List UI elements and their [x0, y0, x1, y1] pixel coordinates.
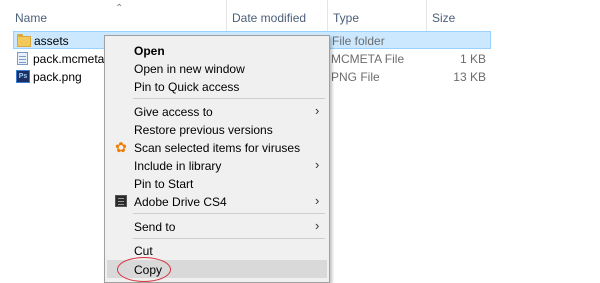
menu-item-label: Open	[134, 44, 165, 58]
menu-item-label: Scan selected items for viruses	[134, 141, 301, 155]
column-size[interactable]: Size	[432, 11, 455, 25]
column-type[interactable]: Type	[333, 11, 359, 25]
menu-item-send-to[interactable]: Send to ›	[107, 217, 327, 235]
file-size: 1 KB	[459, 52, 486, 66]
menu-item-restore-versions[interactable]: Restore previous versions	[107, 120, 327, 138]
adobe-drive-icon	[115, 195, 127, 207]
menu-item-pin-start[interactable]: Pin to Start	[107, 174, 327, 192]
menu-item-give-access[interactable]: Give access to ›	[107, 102, 327, 120]
column-divider[interactable]	[226, 0, 227, 31]
menu-item-adobe-drive[interactable]: Adobe Drive CS4 ›	[107, 192, 327, 210]
menu-item-label: Send to	[134, 220, 176, 234]
file-name: pack.mcmeta	[33, 52, 105, 66]
chevron-right-icon: ›	[315, 193, 320, 208]
menu-separator	[133, 98, 325, 99]
menu-item-include-library[interactable]: Include in library ›	[107, 156, 327, 174]
folder-icon	[17, 34, 31, 47]
menu-item-label: Include in library	[134, 159, 222, 173]
column-divider[interactable]	[426, 0, 427, 31]
chevron-right-icon: ›	[315, 218, 320, 233]
column-divider[interactable]	[327, 0, 328, 31]
menu-item-open-new-window[interactable]: Open in new window	[107, 59, 327, 77]
menu-item-label: Pin to Quick access	[134, 80, 240, 94]
menu-separator	[133, 238, 325, 239]
file-icon	[16, 52, 30, 65]
file-name: assets	[34, 34, 69, 48]
column-header: ⌃ Name Date modified Type Size	[0, 0, 600, 31]
menu-item-label: Pin to Start	[134, 177, 194, 191]
column-date-modified[interactable]: Date modified	[232, 11, 306, 25]
context-menu: Open Open in new window Pin to Quick acc…	[104, 35, 330, 283]
photoshop-file-icon: Ps	[16, 70, 30, 83]
menu-item-pin-quick-access[interactable]: Pin to Quick access	[107, 77, 327, 95]
menu-separator	[133, 213, 325, 214]
avast-icon: ✿	[115, 139, 127, 155]
file-name: pack.png	[33, 70, 82, 84]
file-type: MCMETA File	[331, 52, 405, 66]
file-size: 13 KB	[453, 70, 486, 84]
menu-item-label: Restore previous versions	[134, 123, 273, 137]
menu-item-label: Cut	[134, 244, 153, 258]
menu-item-scan-viruses[interactable]: ✿ Scan selected items for viruses	[107, 138, 327, 156]
menu-item-label: Adobe Drive CS4	[134, 195, 227, 209]
menu-item-open[interactable]: Open	[107, 41, 327, 59]
sort-ascending-icon[interactable]: ⌃	[115, 3, 123, 14]
file-type: File folder	[332, 34, 385, 48]
menu-item-label: Open in new window	[134, 62, 245, 76]
column-name[interactable]: Name	[15, 11, 47, 25]
annotation-circle	[117, 257, 171, 282]
chevron-right-icon: ›	[315, 157, 320, 172]
menu-item-label: Give access to	[134, 105, 213, 119]
chevron-right-icon: ›	[315, 103, 320, 118]
file-type: PNG File	[331, 70, 380, 84]
